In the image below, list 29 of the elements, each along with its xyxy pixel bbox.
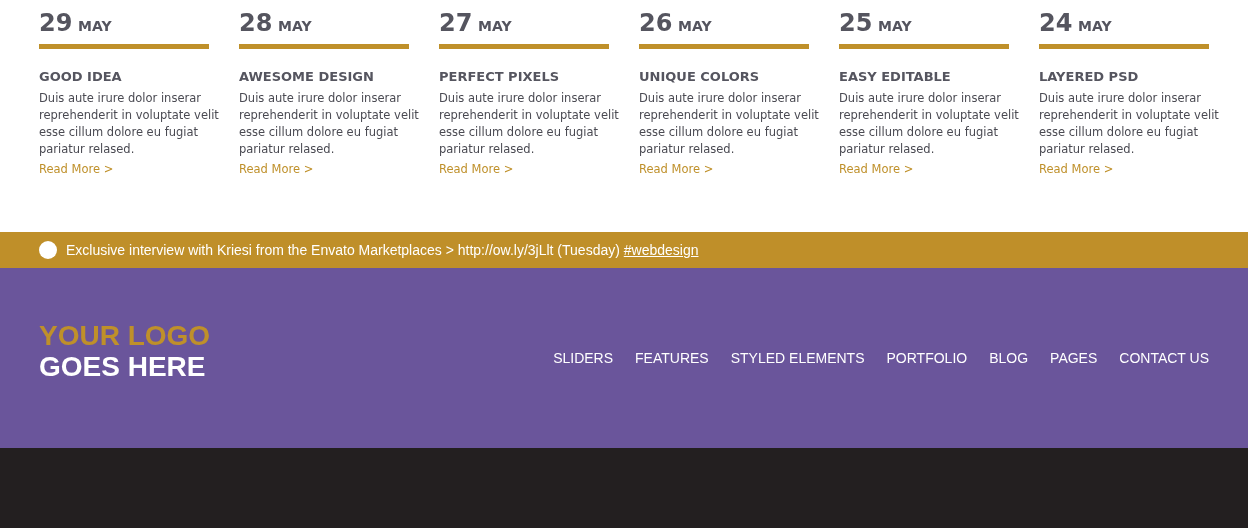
post-date: 25 MAY bbox=[839, 8, 913, 39]
post-excerpt: Duis aute irure dolor inserar reprehenderit in voluptate velit esse cillum dolore eu fugiat pariatur relased. bbox=[239, 90, 419, 158]
post-date: 24 MAY bbox=[1039, 8, 1113, 39]
post-date: 28 MAY bbox=[239, 8, 313, 39]
post-title: PERFECT PIXELS bbox=[439, 69, 561, 84]
nav-link[interactable]: BLOG bbox=[989, 350, 1029, 366]
post-date: 29 MAY bbox=[39, 8, 113, 39]
logo-text: YOUR LOGO bbox=[39, 320, 211, 351]
ticker-text: Exclusive interview with Kriesi from the Envato Marketplaces > http://ow.ly/3jLlt (Tuesday) #webdesign bbox=[66, 242, 699, 258]
post-date: 27 MAY bbox=[439, 8, 513, 39]
nav-link[interactable]: CONTACT US bbox=[1119, 350, 1209, 366]
post-date: 26 MAY bbox=[639, 8, 713, 39]
post-excerpt: Duis aute irure dolor inserar reprehenderit in voluptate velit esse cillum dolore eu fugiat pariatur relased. bbox=[1039, 90, 1219, 158]
post-title: UNIQUE COLORS bbox=[639, 69, 761, 84]
post-title: GOOD IDEA bbox=[39, 69, 123, 84]
nav-link[interactable]: PAGES bbox=[1050, 350, 1098, 366]
logo-text: GOES HERE bbox=[39, 351, 207, 382]
post-title: LAYERED PSD bbox=[1039, 69, 1140, 84]
nav-link[interactable]: STYLED ELEMENTS bbox=[730, 350, 865, 366]
nav-link[interactable]: SLIDERS bbox=[553, 350, 614, 366]
nav-link[interactable]: PORTFOLIO bbox=[886, 350, 968, 366]
post-title: AWESOME DESIGN bbox=[239, 69, 375, 84]
bullet-icon bbox=[39, 241, 57, 259]
post-excerpt: Duis aute irure dolor inserar reprehenderit in voluptate velit esse cillum dolore eu fugiat pariatur relased. bbox=[639, 90, 819, 158]
post-excerpt: Duis aute irure dolor inserar reprehenderit in voluptate velit esse cillum dolore eu fugiat pariatur relased. bbox=[839, 90, 1019, 158]
nav-link[interactable]: FEATURES bbox=[635, 350, 709, 366]
post-title: EASY EDITABLE bbox=[839, 69, 952, 84]
post-excerpt: Duis aute irure dolor inserar reprehenderit in voluptate velit esse cillum dolore eu fugiat pariatur relased. bbox=[439, 90, 619, 158]
post-excerpt: Duis aute irure dolor inserar reprehenderit in voluptate velit esse cillum dolore eu fugiat pariatur relased. bbox=[39, 90, 219, 158]
